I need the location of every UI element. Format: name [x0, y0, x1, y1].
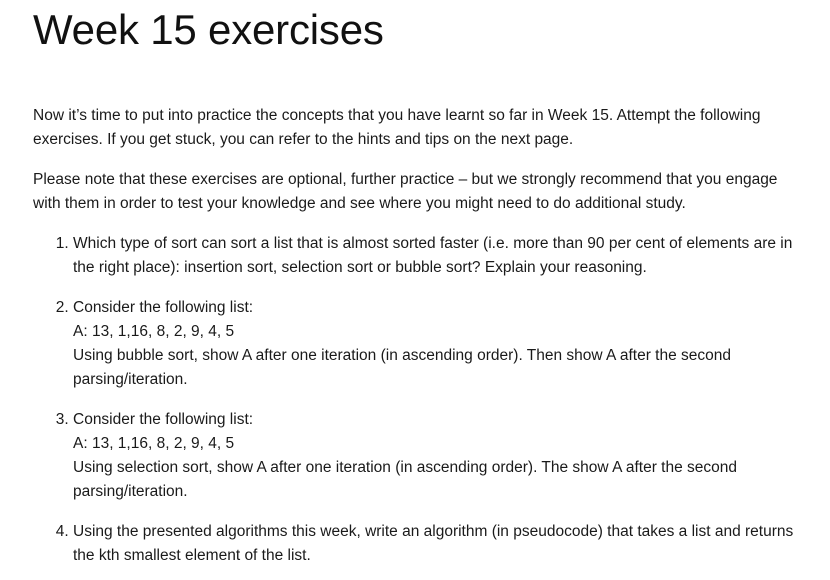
- exercise-list-values: A: 13, 1,16, 8, 2, 9, 4, 5: [73, 323, 235, 340]
- page: Week 15 exercises Now it’s time to put i…: [0, 0, 830, 580]
- exercise-list: Which type of sort can sort a list that …: [33, 232, 806, 568]
- exercise-prompt: Consider the following list:: [73, 411, 254, 428]
- exercise-list-values: A: 13, 1,16, 8, 2, 9, 4, 5: [73, 435, 235, 452]
- exercise-instruction: Using bubble sort, show A after one iter…: [73, 347, 732, 388]
- exercise-instruction: Using selection sort, show A after one i…: [73, 459, 738, 500]
- exercise-item-2: Consider the following list: A: 13, 1,16…: [73, 296, 806, 392]
- intro-paragraph: Now it’s time to put into practice the c…: [33, 107, 761, 148]
- page-title: Week 15 exercises: [33, 6, 384, 53]
- note-paragraph: Please note that these exercises are opt…: [33, 171, 778, 212]
- exercise-item-1: Which type of sort can sort a list that …: [73, 232, 806, 280]
- exercise-text: Using the presented algorithms this week…: [73, 523, 794, 564]
- exercise-text: Which type of sort can sort a list that …: [73, 235, 793, 276]
- exercise-prompt: Consider the following list:: [73, 299, 254, 316]
- exercise-item-3: Consider the following list: A: 13, 1,16…: [73, 408, 806, 504]
- exercise-item-4: Using the presented algorithms this week…: [73, 520, 806, 568]
